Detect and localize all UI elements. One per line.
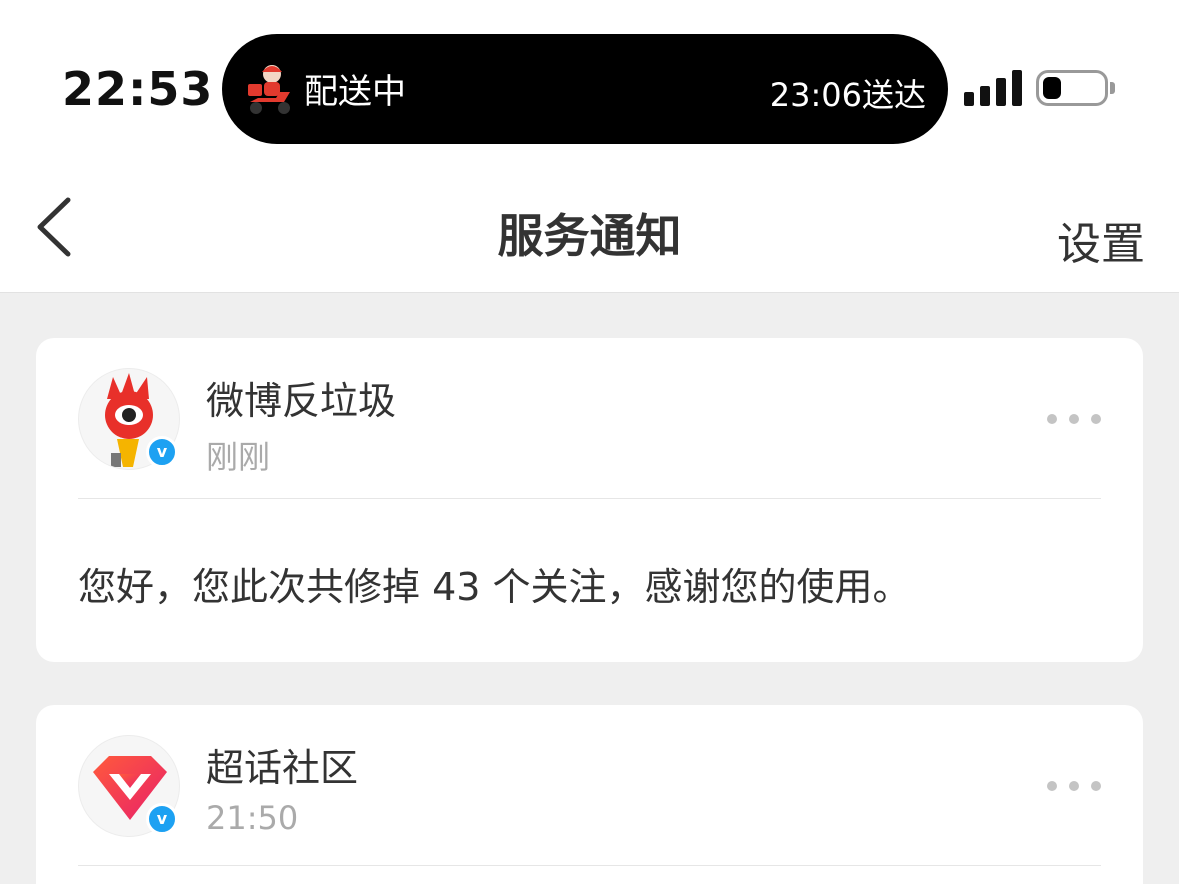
- battery-tip: [1110, 82, 1115, 94]
- more-options-icon[interactable]: [1047, 408, 1103, 428]
- notification-card[interactable]: v 超话社区 21:50: [36, 705, 1143, 884]
- verified-badge-icon: v: [146, 803, 178, 835]
- navigation-bar: 服务通知 设置: [0, 170, 1179, 293]
- settings-button[interactable]: 设置: [1057, 208, 1145, 272]
- delivery-scooter-icon: [248, 65, 290, 114]
- sender-name: 超话社区: [206, 746, 359, 790]
- notification-card[interactable]: v 微博反垃圾 刚刚 您好，您此次共修掉 43 个关注，感谢您的使用。: [36, 338, 1143, 662]
- dynamic-island-delivery[interactable]: 配送中 23:06送达: [222, 34, 948, 144]
- sender-name: 微博反垃圾: [206, 379, 397, 423]
- cellular-signal-icon: [964, 70, 1022, 106]
- message-text: 您好，您此次共修掉 43 个关注，感谢您的使用。: [78, 565, 911, 609]
- divider: [78, 498, 1101, 499]
- page-title: 服务通知: [497, 209, 682, 263]
- divider: [78, 865, 1101, 866]
- more-options-icon[interactable]: [1047, 775, 1103, 795]
- clock: 22:53: [62, 62, 214, 116]
- battery-icon: [1036, 70, 1108, 106]
- verified-badge-icon: v: [146, 436, 178, 468]
- delivery-status: 配送中: [304, 72, 406, 112]
- timestamp: 21:50: [206, 799, 299, 837]
- timestamp: 刚刚: [206, 438, 271, 476]
- delivery-eta: 23:06送达: [769, 76, 926, 114]
- status-bar: 22:53 配送中 23:06送达: [0, 0, 1179, 170]
